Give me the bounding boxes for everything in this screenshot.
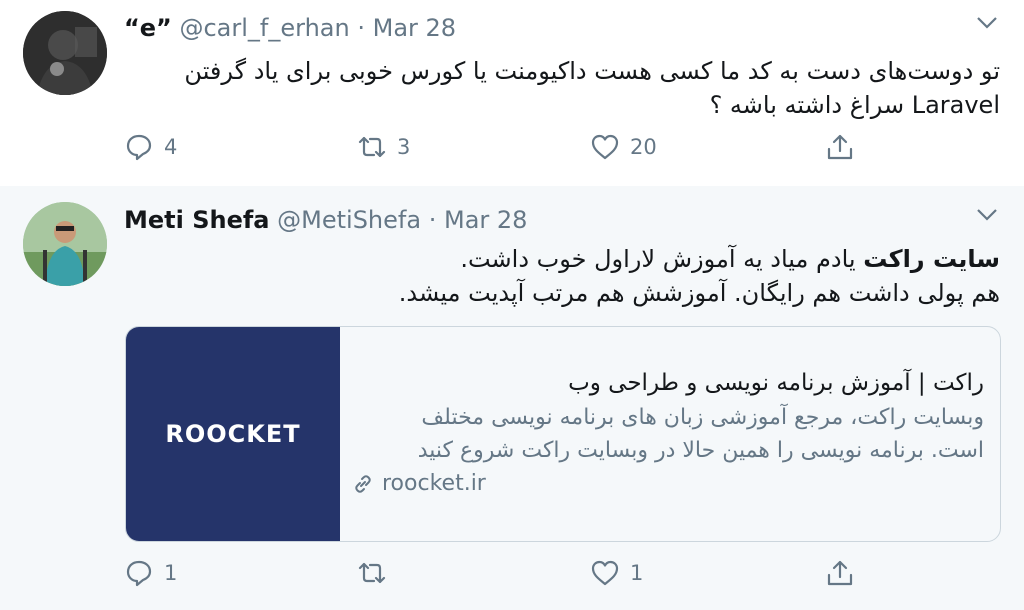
author-handle[interactable]: @carl_f_erhan	[179, 14, 349, 42]
card-image: ROOCKET	[126, 327, 340, 541]
roocket-logo: ROOCKET	[165, 420, 301, 448]
retweet-button[interactable]: 3	[357, 132, 410, 162]
card-description: وبسایت راکت، مرجع آموزشی زبان های برنامه…	[352, 401, 984, 467]
like-count: 1	[630, 561, 644, 585]
author-name[interactable]: Meti Shefa	[124, 206, 270, 234]
reply-icon	[126, 134, 152, 161]
tweet-text-segment: یادم میاد یه آموزش لاراول خوب داشت.	[460, 245, 864, 273]
card-description-line: وبسایت راکت، مرجع آموزشی زبان های برنامه…	[421, 405, 984, 430]
retweet-button[interactable]	[357, 558, 397, 588]
reply-button[interactable]: 4	[124, 132, 177, 162]
share-button[interactable]	[825, 132, 855, 162]
like-icon	[591, 134, 619, 160]
card-body: راکت | آموزش برنامه نویسی و طراحی وب وبس…	[352, 367, 984, 496]
tweet-actions: 1 1	[0, 558, 1024, 598]
tweet-header: Meti Shefa @MetiShefa · Mar 28	[124, 206, 527, 234]
mention-link[interactable]: سایت راکت	[863, 245, 1000, 273]
avatar[interactable]	[23, 202, 107, 286]
tweet-date[interactable]: Mar 28	[444, 206, 527, 234]
card-domain-text: roocket.ir	[382, 471, 486, 496]
card-title: راکت | آموزش برنامه نویسی و طراحی وب	[568, 370, 984, 396]
tweet-header: “e” @carl_f_erhan · Mar 28	[124, 14, 456, 42]
like-button[interactable]: 20	[590, 132, 657, 162]
reply-count: 1	[164, 561, 178, 585]
tweet[interactable]: Meti Shefa @MetiShefa · Mar 28 سایت راکت…	[0, 186, 1024, 610]
author-name[interactable]: “e”	[124, 14, 172, 42]
card-domain: roocket.ir	[352, 471, 984, 496]
tweet-text-line: هم پولی داشت هم رایگان. آموزشش هم مرتب آ…	[398, 279, 1000, 307]
tweet-text-line: تو دوست‌های دست به کد ما کسی هست داکیومن…	[184, 57, 1000, 85]
share-button[interactable]	[825, 558, 855, 588]
share-icon	[827, 560, 853, 586]
tweet[interactable]: “e” @carl_f_erhan · Mar 28 تو دوست‌های د…	[0, 0, 1024, 186]
author-handle[interactable]: @MetiShefa	[277, 206, 421, 234]
tweet-text-line: سایت راکت یادم میاد یه آموزش لاراول خوب …	[120, 242, 1000, 276]
reply-button[interactable]: 1	[124, 558, 177, 588]
tweet-date[interactable]: Mar 28	[373, 14, 456, 42]
separator: ·	[428, 206, 437, 234]
chevron-down-icon[interactable]	[976, 208, 998, 222]
tweet-actions: 4 3 20	[0, 132, 1024, 172]
tweet-text-line: Laravel سراغ داشته باشه ؟	[709, 91, 1000, 119]
avatar[interactable]	[23, 11, 107, 95]
reply-icon	[126, 560, 152, 587]
reply-count: 4	[164, 135, 178, 159]
retweet-icon	[358, 562, 386, 584]
card-description-line: است. برنامه نویسی را همین حالا در وبسایت…	[417, 438, 984, 463]
like-count: 20	[630, 135, 657, 159]
chevron-down-icon[interactable]	[976, 16, 998, 30]
tweet-text: سایت راکت یادم میاد یه آموزش لاراول خوب …	[120, 242, 1000, 310]
link-preview-card[interactable]: ROOCKET راکت | آموزش برنامه نویسی و طراح…	[125, 326, 1001, 542]
link-icon	[355, 474, 371, 493]
like-button[interactable]: 1	[590, 558, 643, 588]
retweet-icon	[358, 136, 386, 158]
separator: ·	[357, 14, 365, 42]
tweet-text: تو دوست‌های دست به کد ما کسی هست داکیومن…	[120, 54, 1000, 122]
retweet-count: 3	[397, 135, 411, 159]
like-icon	[591, 560, 619, 586]
share-icon	[827, 134, 853, 160]
